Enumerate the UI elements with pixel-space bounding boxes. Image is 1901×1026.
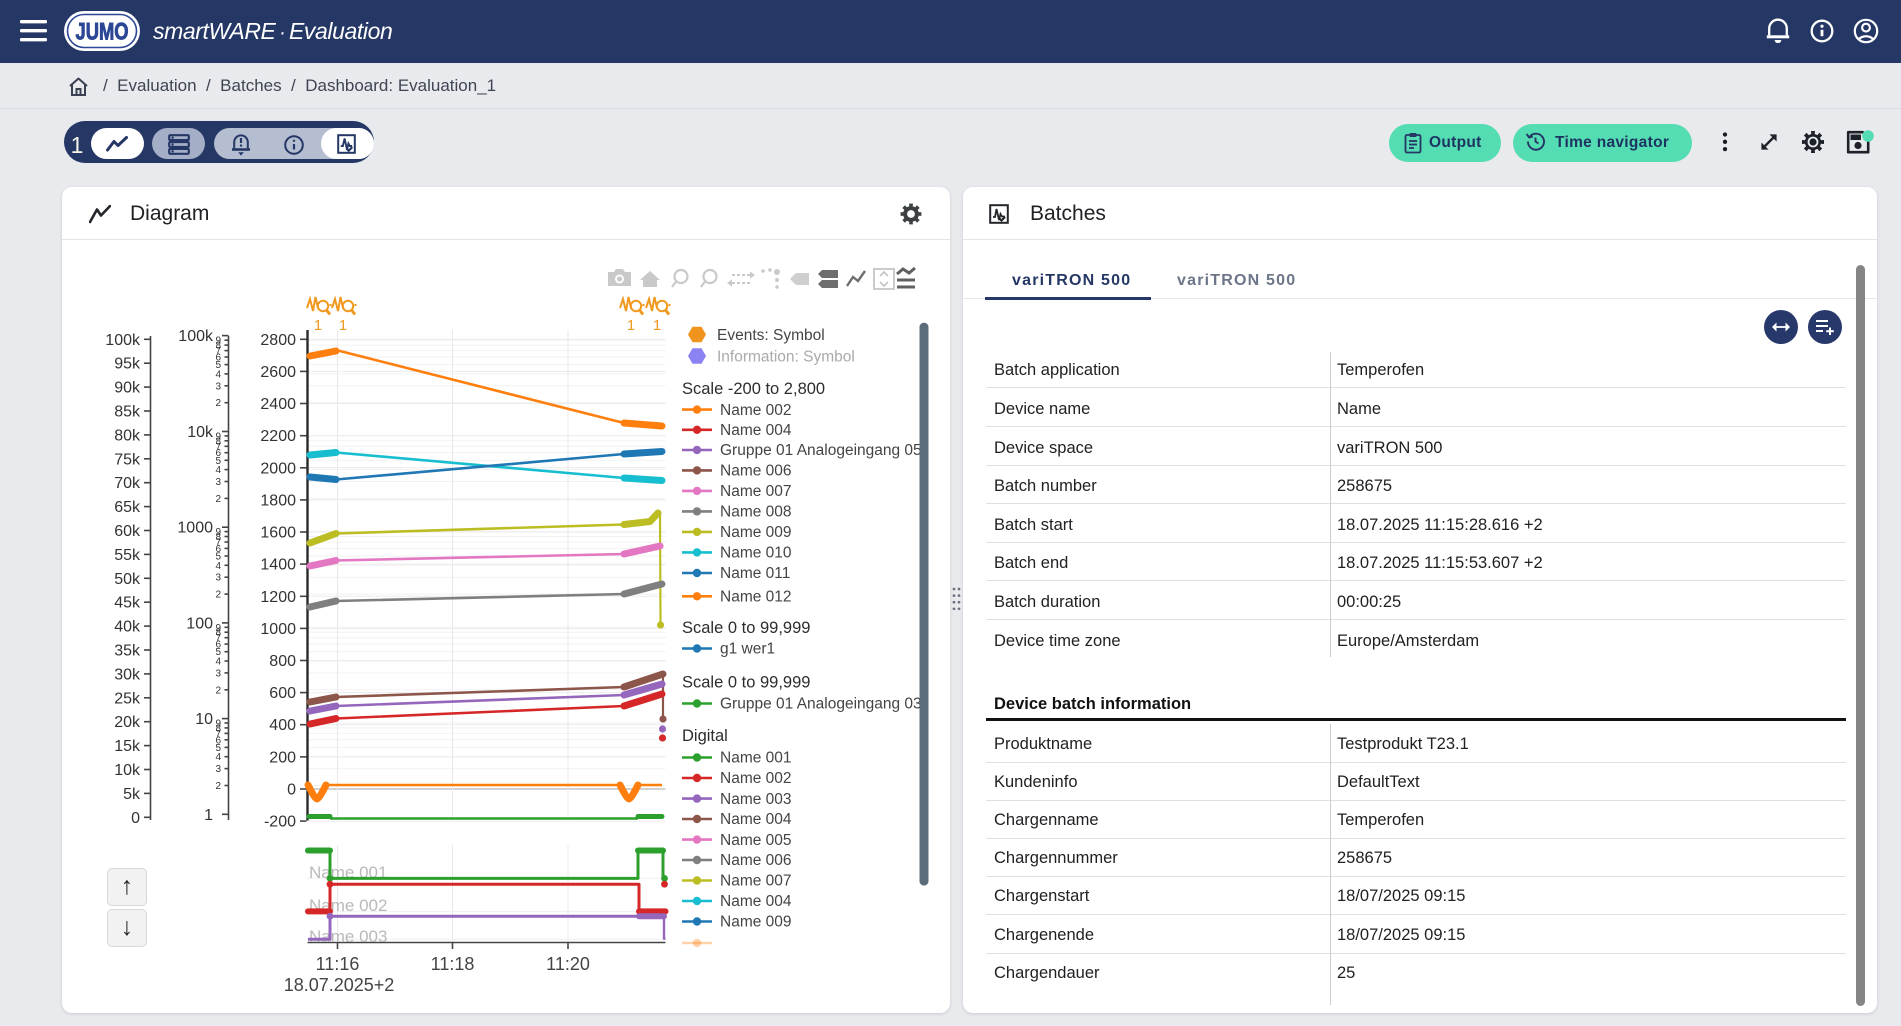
svg-text:g1 wer1: g1 wer1 [720, 641, 775, 658]
svg-text:Name 001: Name 001 [720, 750, 792, 767]
svg-text:Name 006: Name 006 [720, 852, 792, 869]
svg-text:100k: 100k [178, 328, 214, 345]
svg-text:3: 3 [215, 764, 221, 775]
svg-text:85k: 85k [114, 404, 141, 421]
svg-text:Name 003: Name 003 [309, 927, 387, 946]
svg-text:Name 005: Name 005 [720, 832, 792, 849]
svg-text:Name 010: Name 010 [720, 545, 792, 562]
svg-text:1: 1 [653, 317, 661, 334]
svg-text:2: 2 [215, 781, 221, 792]
svg-text:70k: 70k [114, 475, 141, 492]
svg-text:Name 006: Name 006 [720, 463, 792, 480]
svg-text:2400: 2400 [260, 396, 296, 413]
svg-text:10k: 10k [114, 762, 141, 779]
svg-text:600: 600 [269, 685, 296, 702]
svg-text:75k: 75k [114, 451, 141, 468]
svg-text:Gruppe 01 Analogeingang 03: Gruppe 01 Analogeingang 03 [720, 696, 922, 713]
svg-text:1: 1 [204, 807, 213, 824]
svg-text:5k: 5k [123, 786, 141, 803]
svg-text:0: 0 [287, 782, 296, 799]
svg-text:20k: 20k [114, 714, 141, 731]
svg-text:3: 3 [215, 477, 221, 488]
svg-text:11:18: 11:18 [431, 954, 475, 974]
svg-text:1: 1 [339, 317, 347, 334]
svg-text:80k: 80k [114, 427, 141, 444]
svg-text:9: 9 [215, 719, 221, 730]
svg-text:50k: 50k [114, 571, 141, 588]
svg-text:45k: 45k [114, 595, 141, 612]
svg-text:1000: 1000 [260, 621, 296, 638]
svg-text:18.07.2025+2: 18.07.2025+2 [284, 975, 395, 995]
svg-text:55k: 55k [114, 547, 141, 564]
svg-text:3: 3 [215, 573, 221, 584]
svg-text:Information: Symbol: Information: Symbol [717, 349, 855, 366]
svg-text:25k: 25k [114, 690, 141, 707]
svg-text:2: 2 [215, 398, 221, 409]
svg-text:100k: 100k [105, 332, 141, 349]
svg-text:JUMO: JUMO [76, 19, 129, 46]
svg-text:2: 2 [215, 494, 221, 505]
svg-text:Name 007: Name 007 [720, 873, 792, 890]
svg-text:10k: 10k [187, 424, 214, 441]
svg-text:Events: Symbol: Events: Symbol [717, 327, 825, 344]
svg-text:Name 002: Name 002 [720, 402, 792, 419]
svg-text:9: 9 [215, 336, 221, 347]
svg-text:Gruppe 01 Analogeingang 05: Gruppe 01 Analogeingang 05 [720, 442, 922, 459]
svg-text:Name 009: Name 009 [720, 914, 792, 931]
svg-text:Name 008: Name 008 [720, 504, 792, 521]
svg-text:Name 002: Name 002 [720, 770, 792, 787]
svg-text:0: 0 [131, 810, 140, 827]
svg-text:9: 9 [215, 431, 221, 442]
svg-text:Scale 0 to 99,999: Scale 0 to 99,999 [682, 674, 810, 692]
svg-text:1000: 1000 [177, 520, 213, 537]
svg-text:65k: 65k [114, 499, 141, 516]
svg-text:30k: 30k [114, 666, 141, 683]
svg-text:2200: 2200 [260, 428, 296, 445]
svg-text:11:16: 11:16 [316, 954, 360, 974]
svg-text:90k: 90k [114, 380, 141, 397]
svg-text:2: 2 [215, 590, 221, 601]
svg-text:1600: 1600 [260, 525, 296, 542]
svg-text:Name 007: Name 007 [720, 483, 792, 500]
svg-text:2000: 2000 [260, 460, 296, 477]
svg-text:40k: 40k [114, 619, 141, 636]
svg-text:2: 2 [215, 685, 221, 696]
svg-text:800: 800 [269, 653, 296, 670]
svg-text:1: 1 [627, 317, 635, 334]
svg-text:Name 004: Name 004 [720, 893, 792, 910]
svg-text:15k: 15k [114, 738, 141, 755]
svg-text:9: 9 [215, 623, 221, 634]
svg-text:10: 10 [195, 711, 213, 728]
svg-text:Scale 0 to 99,999: Scale 0 to 99,999 [682, 619, 810, 637]
svg-text:Name 011: Name 011 [720, 565, 790, 582]
svg-text:11:20: 11:20 [546, 954, 590, 974]
svg-text:400: 400 [269, 717, 296, 734]
svg-text:60k: 60k [114, 523, 141, 540]
svg-text:Scale -200 to 2,800: Scale -200 to 2,800 [682, 380, 825, 398]
svg-text:3: 3 [215, 668, 221, 679]
svg-text:2600: 2600 [260, 364, 296, 381]
svg-text:Name 004: Name 004 [720, 811, 792, 828]
svg-text:Name 009: Name 009 [720, 524, 792, 541]
svg-text:Name 004: Name 004 [720, 422, 792, 439]
svg-text:1400: 1400 [260, 557, 296, 574]
svg-text:1200: 1200 [260, 589, 296, 606]
svg-text:95k: 95k [114, 356, 141, 373]
svg-text:100: 100 [186, 615, 213, 632]
svg-text:1: 1 [314, 317, 322, 334]
svg-text:1800: 1800 [260, 492, 296, 509]
svg-text:9: 9 [215, 527, 221, 538]
svg-text:3: 3 [215, 381, 221, 392]
svg-text:35k: 35k [114, 643, 141, 660]
svg-text:-200: -200 [264, 814, 296, 831]
svg-text:2800: 2800 [260, 332, 296, 349]
svg-text:Digital: Digital [682, 727, 728, 745]
svg-text:200: 200 [269, 749, 296, 766]
svg-text:Name 012: Name 012 [720, 589, 792, 606]
svg-text:Name 003: Name 003 [720, 791, 792, 808]
